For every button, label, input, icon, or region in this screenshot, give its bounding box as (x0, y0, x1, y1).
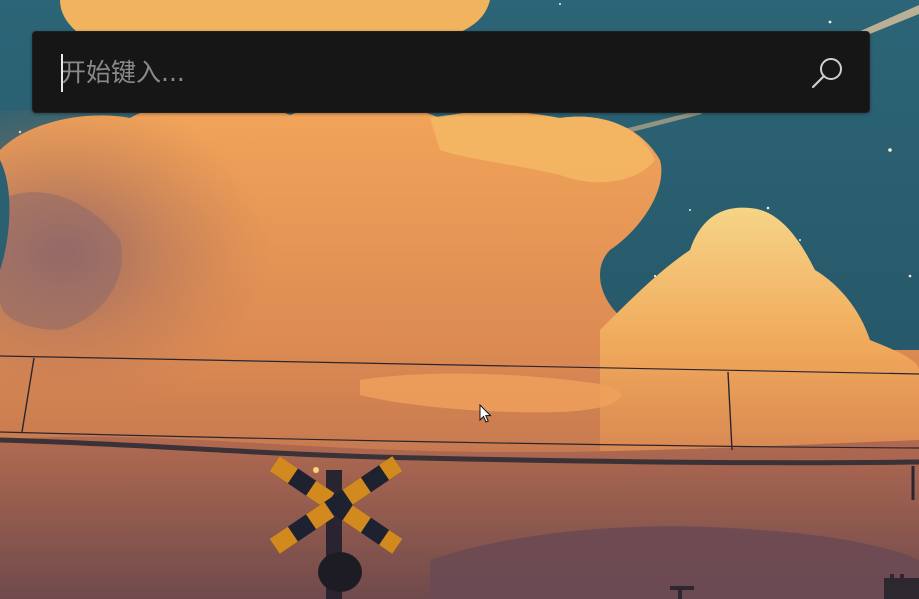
mouse-pointer-icon (479, 403, 493, 424)
search-icon[interactable] (807, 54, 847, 94)
text-caret (61, 54, 63, 92)
search-bar[interactable] (32, 31, 870, 113)
search-input[interactable] (61, 50, 781, 94)
